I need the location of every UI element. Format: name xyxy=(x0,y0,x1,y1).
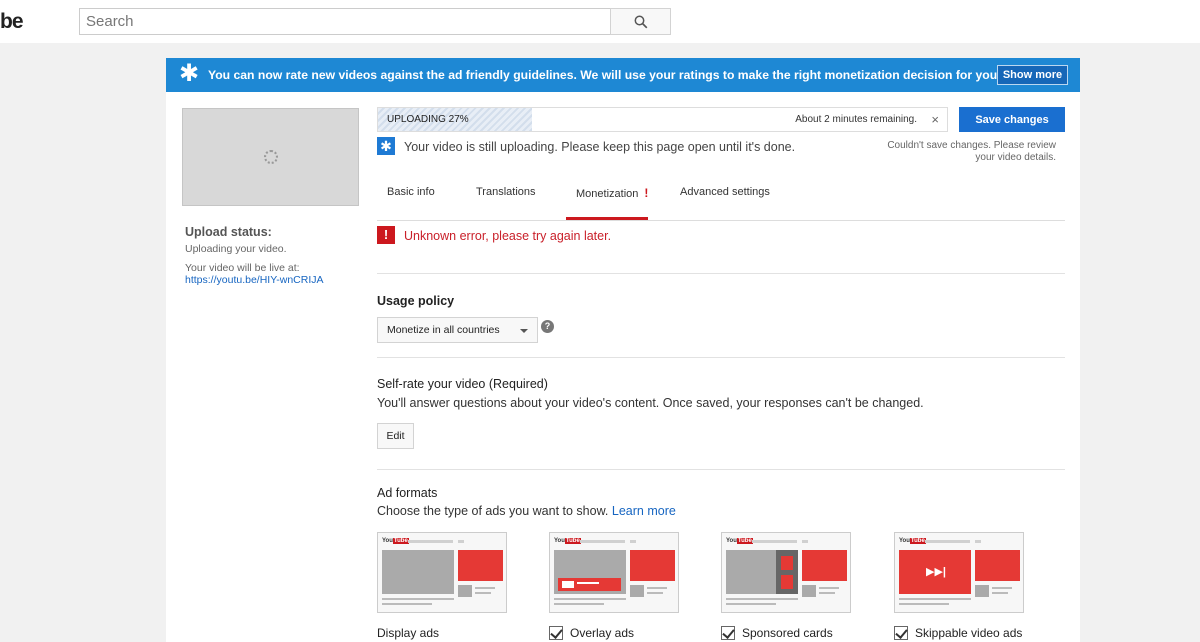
video-area xyxy=(382,550,454,594)
error-icon: ! xyxy=(377,226,395,244)
save-changes-button[interactable]: Save changes xyxy=(959,107,1065,132)
error-text: Unknown error, please try again later. xyxy=(404,229,612,243)
ad-guidelines-banner: ✱ You can now rate new videos against th… xyxy=(166,58,1080,92)
overlay-ads-preview: YouTube xyxy=(549,532,679,613)
sponsored-cards-checkbox[interactable] xyxy=(721,626,735,640)
divider xyxy=(377,469,1065,470)
divider xyxy=(377,357,1065,358)
skip-forward-icon: ▶▶| xyxy=(926,566,946,578)
logo[interactable]: be xyxy=(0,10,23,34)
tab-advanced-settings[interactable]: Advanced settings xyxy=(680,180,770,220)
ad-formats-title: Ad formats xyxy=(377,486,438,500)
divider xyxy=(377,273,1065,274)
search-button[interactable] xyxy=(610,8,671,35)
save-error-text: Couldn't save changes. Please review you… xyxy=(887,140,1056,163)
youtube-logo: YouTube xyxy=(726,538,753,544)
self-rate-description: You'll answer questions about your video… xyxy=(377,396,924,410)
usage-policy-title: Usage policy xyxy=(377,294,455,308)
youtube-logo: YouTube xyxy=(382,538,409,544)
overlay-ads-checkbox[interactable] xyxy=(549,626,563,640)
edit-button[interactable]: Edit xyxy=(377,423,414,449)
overlay-ads-option[interactable]: Overlay ads xyxy=(549,626,634,640)
top-bar: be xyxy=(0,0,1200,43)
upload-status-title: Upload status: xyxy=(185,225,272,239)
youtube-logo: YouTube xyxy=(554,538,581,544)
star-icon: ✱ xyxy=(377,137,395,155)
display-ad-block xyxy=(458,550,503,581)
video-url-link[interactable]: https://youtu.be/HIY-wnCRIJA xyxy=(185,274,324,286)
banner-message: You can now rate new videos against the … xyxy=(208,68,1041,82)
sponsored-cards-option[interactable]: Sponsored cards xyxy=(721,626,833,640)
skippable-video-ads-option[interactable]: Skippable video ads xyxy=(894,626,1022,640)
display-ads-preview: YouTube xyxy=(377,532,507,613)
tab-translations[interactable]: Translations xyxy=(476,180,536,220)
search-icon xyxy=(634,15,647,28)
ad-formats-description: Choose the type of ads you want to show.… xyxy=(377,504,676,518)
tab-basic-info[interactable]: Basic info xyxy=(387,180,435,220)
loading-spinner-icon xyxy=(264,150,278,164)
upload-progress-bar: UPLOADING 27% About 2 minutes remaining.… xyxy=(377,107,948,132)
self-rate-title: Self-rate your video (Required) xyxy=(377,377,548,391)
still-uploading-text: Your video is still uploading. Please ke… xyxy=(404,140,796,154)
star-icon: ✱ xyxy=(179,60,200,87)
video-thumbnail xyxy=(182,108,359,206)
time-remaining: About 2 minutes remaining. xyxy=(795,114,917,125)
skippable-video-ads-preview: YouTube ▶▶| xyxy=(894,532,1024,613)
search-input[interactable] xyxy=(79,8,611,35)
help-icon[interactable]: ? xyxy=(541,320,554,333)
tab-bar: Basic info Translations Monetization! Ad… xyxy=(377,180,1065,221)
cancel-upload-icon[interactable]: × xyxy=(931,112,939,127)
upload-status-text: Uploading your video. xyxy=(185,243,287,255)
alert-icon: ! xyxy=(644,186,649,200)
live-at-label: Your video will be live at: xyxy=(185,262,300,274)
learn-more-link[interactable]: Learn more xyxy=(612,504,676,518)
video-edit-card: Upload status: Uploading your video. You… xyxy=(166,92,1080,642)
usage-policy-select[interactable]: Monetize in all countries xyxy=(377,317,538,343)
display-ads-option: Display ads xyxy=(377,626,440,640)
sponsored-cards-preview: YouTube xyxy=(721,532,851,613)
show-more-button[interactable]: Show more xyxy=(997,65,1068,85)
skippable-video-ads-checkbox[interactable] xyxy=(894,626,908,640)
chevron-down-icon xyxy=(520,329,528,333)
youtube-logo: YouTube xyxy=(899,538,926,544)
tab-monetization[interactable]: Monetization! xyxy=(566,180,648,220)
progress-label: UPLOADING 27% xyxy=(387,114,469,125)
